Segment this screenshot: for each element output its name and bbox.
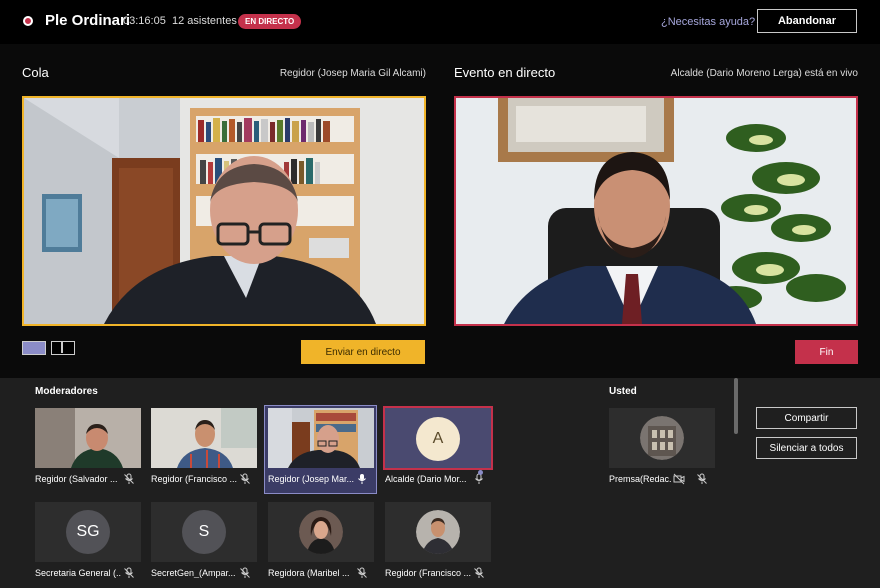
participant-name: Secretaria General (... <box>35 568 121 578</box>
self-tile[interactable] <box>609 408 715 468</box>
recording-icon <box>23 16 33 26</box>
participant-avatar: SG <box>66 510 110 554</box>
participant-avatar <box>299 510 343 554</box>
mic-off-icon[interactable] <box>239 473 251 485</box>
meeting-duration: 03:16:05 <box>123 15 166 27</box>
queue-heading: Cola <box>22 65 49 80</box>
participant-name: Regidora (Maribel ... <box>268 568 350 578</box>
moderator-tile-francisco[interactable] <box>151 408 257 468</box>
mic-off-icon[interactable] <box>123 473 135 485</box>
camera-off-icon[interactable] <box>673 473 685 485</box>
participants-panel: Moderadores Regidor (Salvador ... Regido… <box>0 378 880 588</box>
mic-off-icon[interactable] <box>356 567 368 579</box>
participant-name: Regidor (Salvador ... <box>35 474 118 484</box>
you-heading: Usted <box>609 386 637 397</box>
live-video-feed <box>456 98 856 324</box>
layout-split-button[interactable] <box>51 341 75 355</box>
panel-scrollbar[interactable] <box>734 378 738 434</box>
live-status-label: Alcalde (Dario Moreno Lerga) está en viv… <box>670 68 858 79</box>
mute-all-button[interactable]: Silenciar a todos <box>756 437 857 459</box>
moderators-heading: Moderadores <box>35 386 98 397</box>
participant-name: Regidor (Francisco ... <box>151 474 237 484</box>
mic-off-icon[interactable] <box>473 567 485 579</box>
self-name: Premsa(Redac... <box>609 474 671 484</box>
participant-video <box>151 408 257 468</box>
participant-name: Regidor (Josep Mar... <box>268 474 354 484</box>
participant-name: Alcalde (Dario Mor... <box>385 474 467 484</box>
live-heading: Evento en directo <box>454 65 556 80</box>
end-event-button[interactable]: Fin <box>795 340 858 364</box>
moderator-tile-salvador[interactable] <box>35 408 141 468</box>
meeting-title: Ple Ordinari <box>45 12 131 29</box>
producer-stage: Cola Regidor (Josep Maria Gil Alcami) Ev… <box>0 44 880 378</box>
moderator-tile-josep[interactable] <box>268 408 374 468</box>
leave-button[interactable]: Abandonar <box>757 9 857 33</box>
speaking-indicator <box>478 470 483 475</box>
share-button[interactable]: Compartir <box>756 407 857 429</box>
mic-off-icon[interactable] <box>696 473 708 485</box>
participant-avatar <box>640 416 684 460</box>
participant-video <box>268 408 374 468</box>
queue-presenter-label: Regidor (Josep Maria Gil Alcami) <box>279 68 426 79</box>
queue-video[interactable] <box>22 96 426 326</box>
queue-video-feed <box>24 98 424 324</box>
live-status-badge: EN DIRECTO <box>238 14 302 29</box>
participant-video <box>35 408 141 468</box>
participant-name: Regidor (Francisco ... <box>385 568 471 578</box>
meeting-header: Ple Ordinari 03:16:05 12 asistentes EN D… <box>0 0 880 44</box>
participant-avatar: A <box>416 417 460 461</box>
participant-name: SecretGen_(Ampar... <box>151 568 236 578</box>
moderator-tile-secretgen[interactable]: S <box>151 502 257 562</box>
moderator-tile-secretaria[interactable]: SG <box>35 502 141 562</box>
help-link[interactable]: ¿Necesitas ayuda? <box>661 16 755 28</box>
moderator-tile-dario[interactable]: A <box>383 406 493 470</box>
mic-off-icon[interactable] <box>123 567 135 579</box>
mic-on-icon[interactable] <box>356 473 368 485</box>
attendee-count: 12 asistentes <box>172 15 237 27</box>
mic-off-icon[interactable] <box>239 567 251 579</box>
send-live-button[interactable]: Enviar en directo <box>301 340 425 364</box>
participant-avatar: S <box>182 510 226 554</box>
layout-single-button[interactable] <box>22 341 46 355</box>
moderator-tile-maribel[interactable] <box>268 502 374 562</box>
moderator-tile-francisco-2[interactable] <box>385 502 491 562</box>
live-video[interactable] <box>454 96 858 326</box>
participant-avatar <box>416 510 460 554</box>
